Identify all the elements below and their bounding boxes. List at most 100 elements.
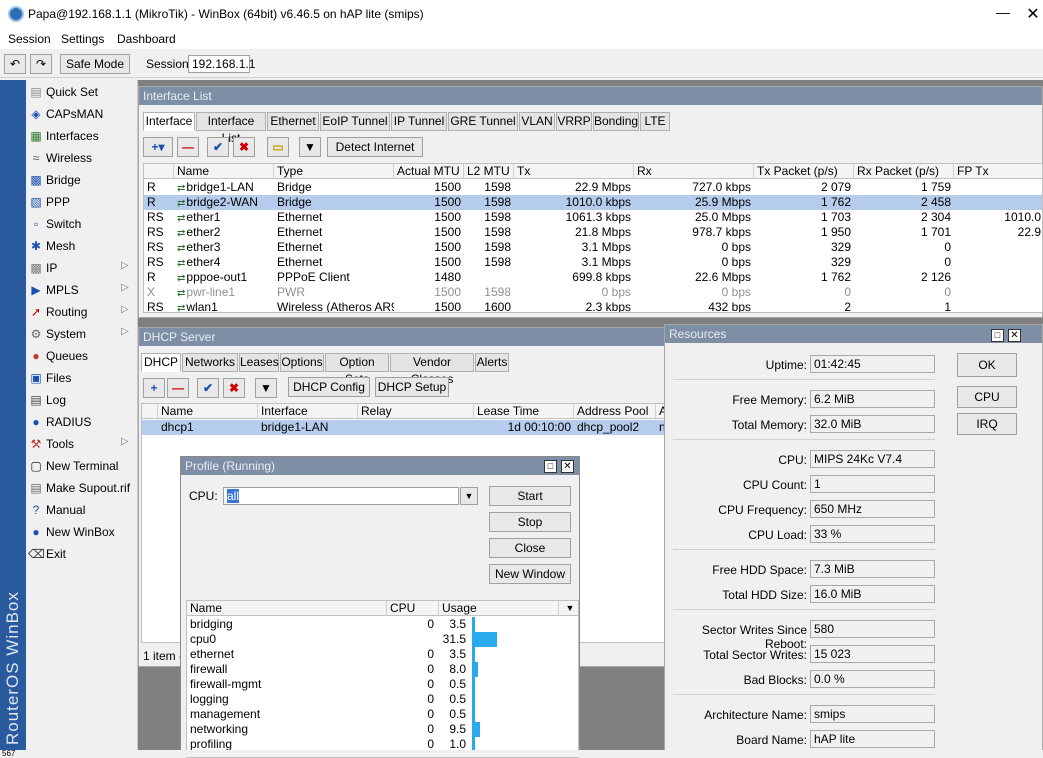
profile-cpu-select[interactable]: all: [223, 487, 459, 505]
profile-stop-button[interactable]: Stop: [489, 512, 571, 532]
remove-icon[interactable]: —: [177, 137, 199, 157]
column-header[interactable]: Usage: [439, 601, 559, 616]
sidebar-item-new-terminal[interactable]: ▢ New Terminal: [26, 455, 137, 477]
tab-iface-vlan[interactable]: VLAN: [519, 112, 555, 131]
undo-icon[interactable]: ↶: [4, 54, 26, 74]
tab-dhcp-leases[interactable]: Leases: [239, 353, 279, 372]
tab-dhcp-dhcp[interactable]: DHCP: [141, 353, 181, 372]
sidebar-item-log[interactable]: ▤ Log: [26, 389, 137, 411]
safe-mode-button[interactable]: Safe Mode: [60, 54, 130, 74]
sidebar-item-capsman[interactable]: ◈ CAPsMAN: [26, 103, 137, 125]
column-header[interactable]: Name: [158, 404, 258, 419]
table-row[interactable]: management 0 0.5: [187, 707, 578, 722]
sidebar-item-mesh[interactable]: ✱ Mesh: [26, 235, 137, 257]
sidebar-item-routing[interactable]: ➚ Routing ▷: [26, 301, 137, 323]
table-row[interactable]: dhcp1bridge1-LAN1d 00:10:00dhcp_pool2no: [142, 420, 666, 435]
table-row[interactable]: firewall-mgmt 0 0.5: [187, 677, 578, 692]
cpu-dropdown-icon[interactable]: ▼: [460, 487, 478, 505]
sidebar-item-switch[interactable]: ▫ Switch: [26, 213, 137, 235]
table-row[interactable]: RS ⇄ether2 Ethernet 1500 1598 21.8 Mbps 978.7 …: [144, 225, 1042, 240]
profile-close-button[interactable]: Close: [489, 538, 571, 558]
filter-icon[interactable]: ▼: [299, 137, 321, 157]
table-row[interactable]: X ⇄pwr-line1 PWR 1500 1598 0 bps 0 bps 0 0: [144, 285, 1042, 300]
minimize-icon[interactable]: —: [993, 4, 1013, 24]
sidebar-item-quick-set[interactable]: ▤ Quick Set: [26, 81, 137, 103]
tab-iface-vrrp[interactable]: VRRP: [556, 112, 592, 131]
sidebar-item-bridge[interactable]: ▩ Bridge: [26, 169, 137, 191]
column-header[interactable]: Address Pool: [574, 404, 656, 419]
tab-dhcp-option-sets[interactable]: Option Sets: [325, 353, 389, 386]
sidebar-item-interfaces[interactable]: ▦ Interfaces: [26, 125, 137, 147]
tab-iface-gre-tunnel[interactable]: GRE Tunnel: [448, 112, 518, 131]
tab-dhcp-options[interactable]: Options: [280, 353, 324, 372]
column-header[interactable]: Tx Packet (p/s): [754, 164, 854, 179]
column-header[interactable]: Rx Packet (p/s): [854, 164, 954, 179]
column-header[interactable]: CPU: [387, 601, 439, 616]
sidebar-item-queues[interactable]: ● Queues: [26, 345, 137, 367]
menu-dashboard[interactable]: Dashboard: [117, 32, 176, 46]
table-row[interactable]: RS⇄wlan1Wireless (Atheros AR9...15001600…: [144, 300, 1042, 312]
tab-iface-ip-tunnel[interactable]: IP Tunnel: [391, 112, 447, 131]
resources-ok-button[interactable]: OK: [957, 353, 1017, 377]
detect-internet-button[interactable]: Detect Internet: [327, 137, 423, 157]
profile-new-window-button[interactable]: New Window: [489, 564, 571, 584]
sidebar-item-manual[interactable]: ? Manual: [26, 499, 137, 521]
sidebar-item-radius[interactable]: ● RADIUS: [26, 411, 137, 433]
tab-dhcp-vendor-classes[interactable]: Vendor Classes: [390, 353, 474, 386]
tab-dhcp-networks[interactable]: Networks: [182, 353, 238, 372]
table-row[interactable]: RS ⇄ether1 Ethernet 1500 1598 1061.3 kbps 25.0…: [144, 210, 1042, 225]
table-row[interactable]: R ⇄pppoe-out1 PPPoE Client 1480 699.8 kbps 22…: [144, 270, 1042, 285]
column-header[interactable]: Lease Time: [474, 404, 574, 419]
table-row[interactable]: R ⇄bridge2-WAN Bridge 1500 1598 1010.0 kbps 25…: [144, 195, 1042, 210]
dhcp-enable-icon[interactable]: ✔: [197, 378, 219, 398]
table-row[interactable]: ethernet 0 3.5: [187, 647, 578, 662]
column-header[interactable]: Type: [274, 164, 394, 179]
dhcp-remove-icon[interactable]: —: [167, 378, 189, 398]
sidebar-item-files[interactable]: ▣ Files: [26, 367, 137, 389]
column-header[interactable]: L2 MTU: [464, 164, 514, 179]
dhcp-disable-icon[interactable]: ✖: [223, 378, 245, 398]
table-row[interactable]: firewall 0 8.0: [187, 662, 578, 677]
disable-icon[interactable]: ✖: [233, 137, 255, 157]
comment-icon[interactable]: ▭: [267, 137, 289, 157]
column-header[interactable]: Tx: [514, 164, 634, 179]
resources-irq-button[interactable]: IRQ: [957, 413, 1017, 435]
sidebar-item-system[interactable]: ⚙ System ▷: [26, 323, 137, 345]
column-header[interactable]: Name: [187, 601, 387, 616]
tab-iface-eoip-tunnel[interactable]: EoIP Tunnel: [320, 112, 390, 131]
close-window-icon[interactable]: ✕: [1023, 4, 1043, 24]
enable-icon[interactable]: ✔: [207, 137, 229, 157]
dhcp-filter-icon[interactable]: ▼: [255, 378, 277, 398]
table-row[interactable]: RS ⇄ether3 Ethernet 1500 1598 3.1 Mbps 0 bps 32…: [144, 240, 1042, 255]
column-header[interactable]: [144, 164, 174, 179]
redo-icon[interactable]: ↷: [30, 54, 52, 74]
sidebar-item-new-winbox[interactable]: ● New WinBox: [26, 521, 137, 543]
dhcp-setup-button[interactable]: DHCP Setup: [375, 377, 449, 397]
profile-close-icon[interactable]: ✕: [561, 460, 574, 473]
profile-start-button[interactable]: Start: [489, 486, 571, 506]
sidebar-item-make-supout-rif[interactable]: ▤ Make Supout.rif: [26, 477, 137, 499]
menu-session[interactable]: Session: [8, 32, 51, 46]
resources-cpu-button[interactable]: CPU: [957, 386, 1017, 408]
sidebar-item-wireless[interactable]: ≈ Wireless: [26, 147, 137, 169]
sidebar-item-ppp[interactable]: ▧ PPP: [26, 191, 137, 213]
profile-maximize-icon[interactable]: □: [544, 460, 557, 473]
column-header[interactable]: Name: [174, 164, 274, 179]
table-row[interactable]: networking 0 9.5: [187, 722, 578, 737]
table-row[interactable]: R ⇄bridge1-LAN Bridge 1500 1598 22.9 Mbps 727.…: [144, 180, 1042, 195]
resources-maximize-icon[interactable]: □: [991, 329, 1004, 342]
column-header[interactable]: Rx: [634, 164, 754, 179]
tab-iface-interface[interactable]: Interface: [143, 112, 195, 131]
column-menu-icon[interactable]: ▼: [559, 601, 578, 616]
sidebar-item-exit[interactable]: ⌫ Exit: [26, 543, 137, 565]
table-row[interactable]: cpu0 31.5: [187, 632, 578, 647]
add-icon[interactable]: +▾: [143, 137, 173, 157]
dhcp-add-icon[interactable]: +: [143, 378, 165, 398]
column-header[interactable]: Actual MTU: [394, 164, 464, 179]
tab-dhcp-alerts[interactable]: Alerts: [475, 353, 509, 372]
column-header[interactable]: FP Tx: [954, 164, 1042, 179]
table-row[interactable]: bridging 0 3.5: [187, 617, 578, 632]
session-field[interactable]: 192.168.1.1: [188, 55, 255, 73]
sidebar-item-tools[interactable]: ⚒ Tools ▷: [26, 433, 137, 455]
tab-iface-interface-list[interactable]: Interface List: [196, 112, 266, 145]
